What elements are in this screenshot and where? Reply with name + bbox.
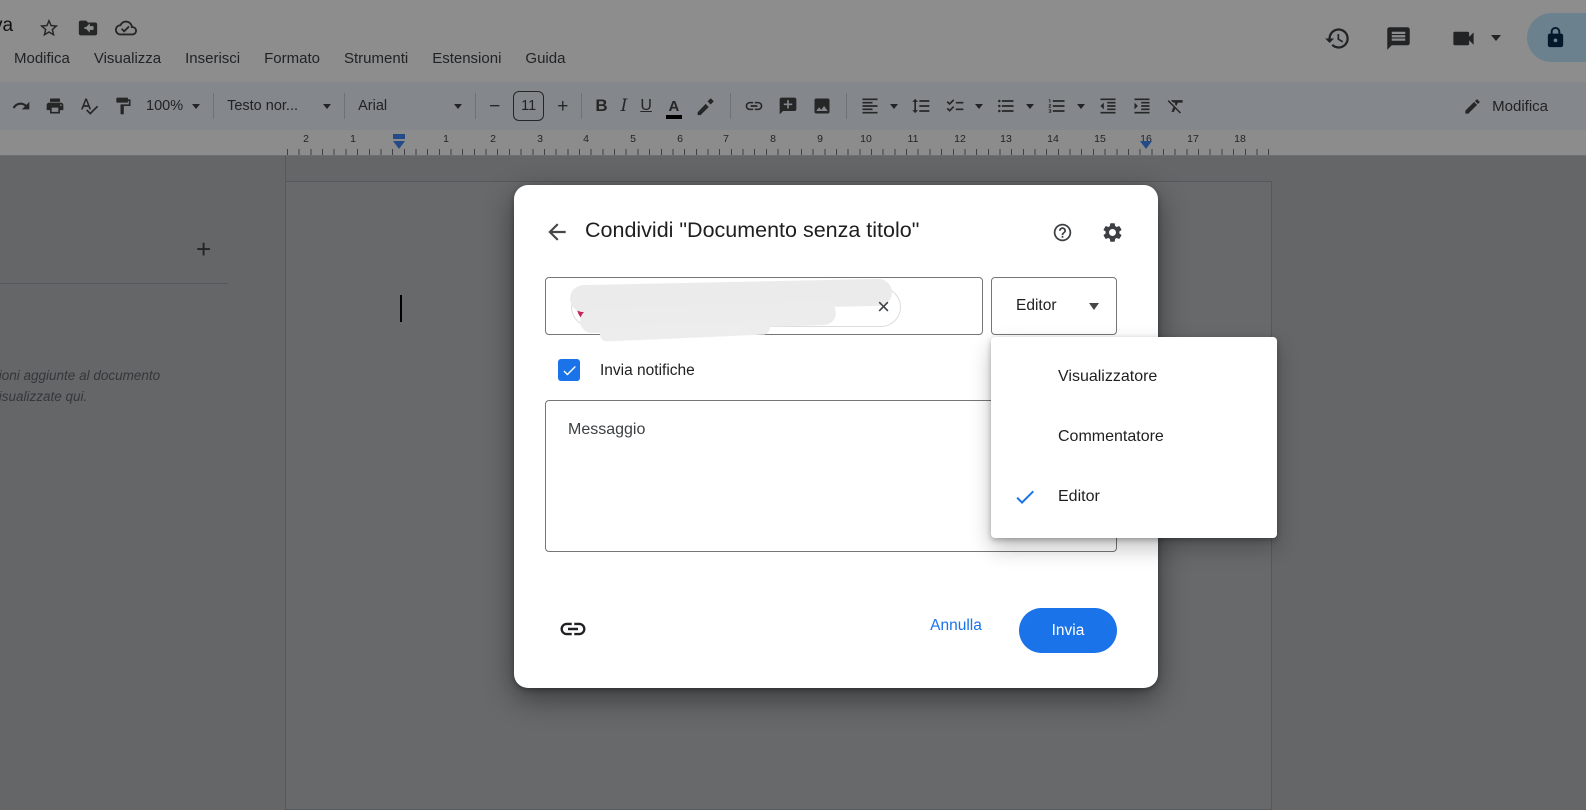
cancel-button[interactable]: Annulla	[912, 617, 1000, 635]
remove-recipient-icon[interactable]: ×	[877, 293, 890, 321]
chevron-down-icon	[1089, 302, 1099, 310]
role-dropdown-menu: Visualizzatore Commentatore Editor	[991, 337, 1277, 538]
help-icon[interactable]	[1052, 222, 1073, 243]
copy-link-icon[interactable]	[558, 614, 588, 644]
share-settings-gear-icon[interactable]	[1101, 221, 1124, 244]
notify-checkbox-label[interactable]: Invia notifiche	[600, 362, 695, 380]
role-option-editor[interactable]: Editor	[991, 467, 1277, 527]
recipient-chip[interactable]: ×	[569, 278, 901, 342]
role-selector-button[interactable]: Editor	[991, 277, 1117, 335]
send-button[interactable]: Invia	[1019, 608, 1117, 653]
recipients-input[interactable]: ×	[545, 277, 983, 342]
role-option-commentatore[interactable]: Commentatore	[991, 407, 1277, 467]
role-selector-value: Editor	[1016, 297, 1057, 314]
share-dialog-title: Condividi "Documento senza titolo"	[585, 218, 920, 242]
check-icon	[562, 365, 576, 375]
back-arrow-icon[interactable]	[544, 219, 570, 245]
notify-checkbox[interactable]	[558, 359, 580, 381]
google-docs-window: va Modifica Visualizza Inserisci Formato	[0, 0, 1586, 810]
role-option-visualizzatore[interactable]: Visualizzatore	[991, 347, 1277, 407]
selected-check-icon	[1013, 485, 1037, 509]
